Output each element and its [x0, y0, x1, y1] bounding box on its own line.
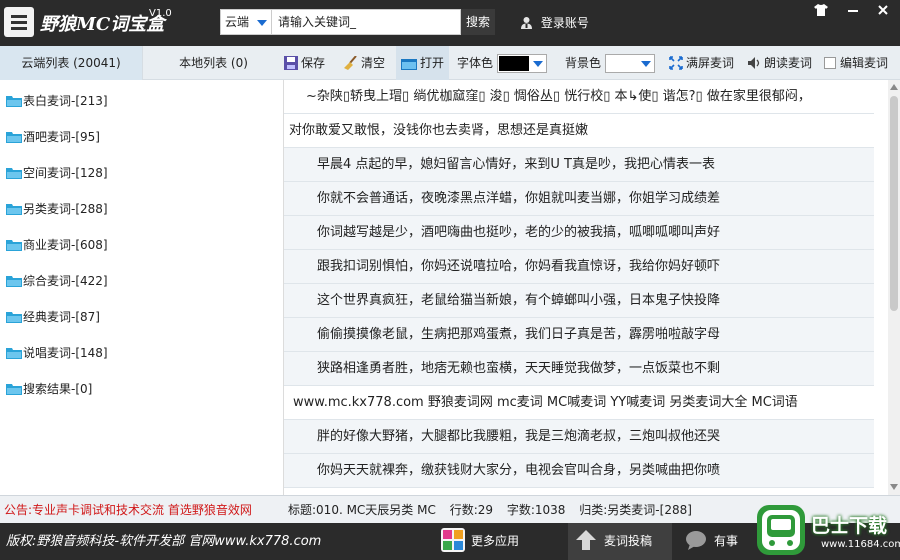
category-item[interactable]: 综合麦词-[422]: [6, 271, 108, 291]
save-icon: [284, 56, 298, 70]
search-button[interactable]: 搜索: [461, 9, 495, 35]
bg-color-picker[interactable]: [605, 54, 655, 73]
lyric-line: 早晨4 点起的早，媳妇留言心情好，来到U T真是吵，我把心情表一表: [284, 148, 874, 182]
chevron-down-icon: [641, 61, 651, 67]
clear-button[interactable]: 清空: [342, 46, 385, 80]
category-item[interactable]: 酒吧麦词-[95]: [6, 127, 100, 147]
title-bar: 野狼MC词宝盒 V1.0 云端 请输入关键词_ 搜索 登录账号: [0, 0, 900, 46]
status-category: 归类:另类麦词-[288]: [579, 503, 692, 517]
more-apps-button[interactable]: 更多应用: [441, 523, 531, 560]
status-chars: 字数:1038: [506, 503, 566, 517]
lyric-line: 狭路相逢勇者胜，地痞无赖也蛮横，天天睡觉我做梦，一点饭菜也不剩: [284, 352, 874, 386]
lyrics-content[interactable]: ~杂陕▯轿曳上瑁▯ 绱优枷窳窪▯ 浚▯ 惆俗丛▯ 恍行校▯ 本↳使▯ 谐怎?▯ …: [284, 80, 888, 495]
category-item[interactable]: 经典麦词-[87]: [6, 307, 100, 327]
folder-icon: [6, 348, 22, 359]
minimize-icon: [848, 10, 858, 12]
chat-icon: [686, 531, 706, 550]
user-icon: [521, 17, 532, 29]
lyric-line: 胖的好像大野猪，大腿都比我腰粗，我是三炮滴老叔，三炮叫叔他还哭: [284, 420, 874, 454]
close-button[interactable]: [874, 4, 892, 18]
read-aloud-button[interactable]: 朗读麦词: [747, 46, 812, 80]
category-item[interactable]: 空间麦词-[128]: [6, 163, 108, 183]
login-link[interactable]: 登录账号: [520, 14, 589, 31]
folder-icon: [6, 384, 22, 395]
copyright-text: 版权:野狼音频科技-软件开发部 官网www.kx778.com: [6, 534, 322, 549]
folder-icon: [6, 168, 22, 179]
fullscreen-button[interactable]: 满屏麦词: [669, 46, 734, 80]
lyric-line: ~杂陕▯轿曳上瑁▯ 绱优枷窳窪▯ 浚▯ 惆俗丛▯ 恍行校▯ 本↳使▯ 谐怎?▯ …: [284, 80, 874, 114]
open-folder-icon: [401, 59, 417, 70]
watermark-url: www.11684.com: [821, 539, 900, 550]
speaker-icon: [748, 57, 760, 69]
scroll-up-icon[interactable]: [890, 84, 898, 90]
category-item[interactable]: 商业麦词-[608]: [6, 235, 108, 255]
scroll-thumb[interactable]: [890, 96, 898, 311]
upload-arrow-icon: [576, 530, 596, 550]
lyric-line: 你妈天天就裸奔，缴获钱财大家分，电视会官叫合身，另类喊曲把你喷: [284, 454, 874, 488]
open-button[interactable]: 打开: [396, 46, 450, 80]
folder-icon: [6, 132, 22, 143]
login-label: 登录账号: [540, 16, 589, 30]
folder-icon: [6, 276, 22, 287]
help-button[interactable]: 有事: [684, 523, 738, 560]
lyric-line: 你就不会普通话，夜晚漆黑点洋蜡，你姐就叫麦当娜，你姐学习成绩差: [284, 182, 874, 216]
category-item[interactable]: 说唱麦词-[148]: [6, 343, 108, 363]
font-color-label: 字体色: [457, 56, 494, 70]
font-color-picker[interactable]: [497, 54, 547, 73]
bus-download-logo: [757, 505, 805, 555]
source-select[interactable]: 云端: [220, 9, 272, 35]
folder-icon: [6, 96, 22, 107]
skin-button[interactable]: [812, 4, 830, 18]
content-scrollbar[interactable]: [888, 80, 900, 495]
fullscreen-icon: [669, 56, 683, 70]
bg-color-label: 背景色: [565, 56, 602, 70]
lyric-line: 你词越写越是少，酒吧嗨曲也挺吵，老的少的被我搞，呱唧呱唧叫声好: [284, 216, 874, 250]
lyric-line: 偷偷摸摸像老鼠，生病把那鸡蛋煮，我们日子真是苦，霹雳啪啦敲字母: [284, 318, 874, 352]
apps-grid-icon: [441, 528, 465, 552]
watermark-title: 巴士下载: [811, 515, 888, 537]
lyric-line: 跟我扣词别惧怕，你妈还说嘻拉哈，你妈看我直惊讶，我给你妈好顿吓: [284, 250, 874, 284]
search-input[interactable]: 请输入关键词_: [272, 9, 461, 35]
chevron-down-icon: [257, 20, 267, 26]
list-tabs: 云端列表 (20041) 本地列表 (0): [0, 46, 284, 80]
save-button[interactable]: 保存: [284, 46, 325, 80]
status-info: 标题:010. MC天辰另类 MC 行数:29 字数:1038 归类:另类麦词-…: [288, 496, 702, 524]
category-item[interactable]: 表白麦词-[213]: [6, 91, 108, 111]
folder-icon: [6, 240, 22, 251]
font-color-swatch: [499, 56, 529, 71]
site-watermark: 巴士下载 www.11684.com: [755, 503, 900, 560]
main-menu-button[interactable]: [4, 7, 34, 37]
lyric-line: www.mc.kx778.com 野狼麦词网 mc麦词 MC喊麦词 YY喊麦词 …: [284, 386, 874, 420]
source-select-value: 云端: [225, 15, 250, 29]
category-item[interactable]: 搜索结果-[0]: [6, 379, 92, 399]
chevron-down-icon: [533, 61, 543, 67]
tab-cloud-list[interactable]: 云端列表 (20041): [0, 46, 142, 80]
app-title: 野狼MC词宝盒: [40, 14, 165, 35]
folder-icon: [6, 312, 22, 323]
folder-icon: [6, 204, 22, 215]
category-list: 表白麦词-[213] 酒吧麦词-[95] 空间麦词-[128] 另类麦词-[28…: [0, 80, 284, 495]
lyric-line: 这个世界真疯狂，老鼠给猫当新娘，有个蟑螂叫小强，日本鬼子快投降: [284, 284, 874, 318]
lyric-line: 对你敢爱又敢恨，没钱你也去卖肾，思想还是真挺嫩: [284, 114, 874, 148]
edit-checkbox[interactable]: [824, 57, 836, 69]
close-icon: [878, 5, 888, 15]
app-version: V1.0: [149, 8, 172, 19]
scroll-down-icon[interactable]: [890, 484, 898, 490]
edit-toggle[interactable]: 编辑麦词: [824, 46, 888, 80]
announcement-link[interactable]: 公告:专业声卡调试和技术交流 首选野狼音效网: [4, 496, 252, 524]
tab-local-list[interactable]: 本地列表 (0): [142, 46, 284, 80]
minimize-button[interactable]: [844, 4, 862, 18]
broom-icon: [344, 55, 357, 70]
category-item[interactable]: 另类麦词-[288]: [6, 199, 108, 219]
shirt-icon: [814, 4, 828, 16]
editor-toolbar: 保存 清空 打开 字体色 背景色 满屏麦词 朗读麦词 编辑麦词: [284, 46, 900, 80]
status-title: 标题:010. MC天辰另类 MC: [288, 503, 436, 517]
status-lines: 行数:29: [449, 503, 494, 517]
upload-lyrics-button[interactable]: 麦词投稿: [568, 523, 672, 560]
